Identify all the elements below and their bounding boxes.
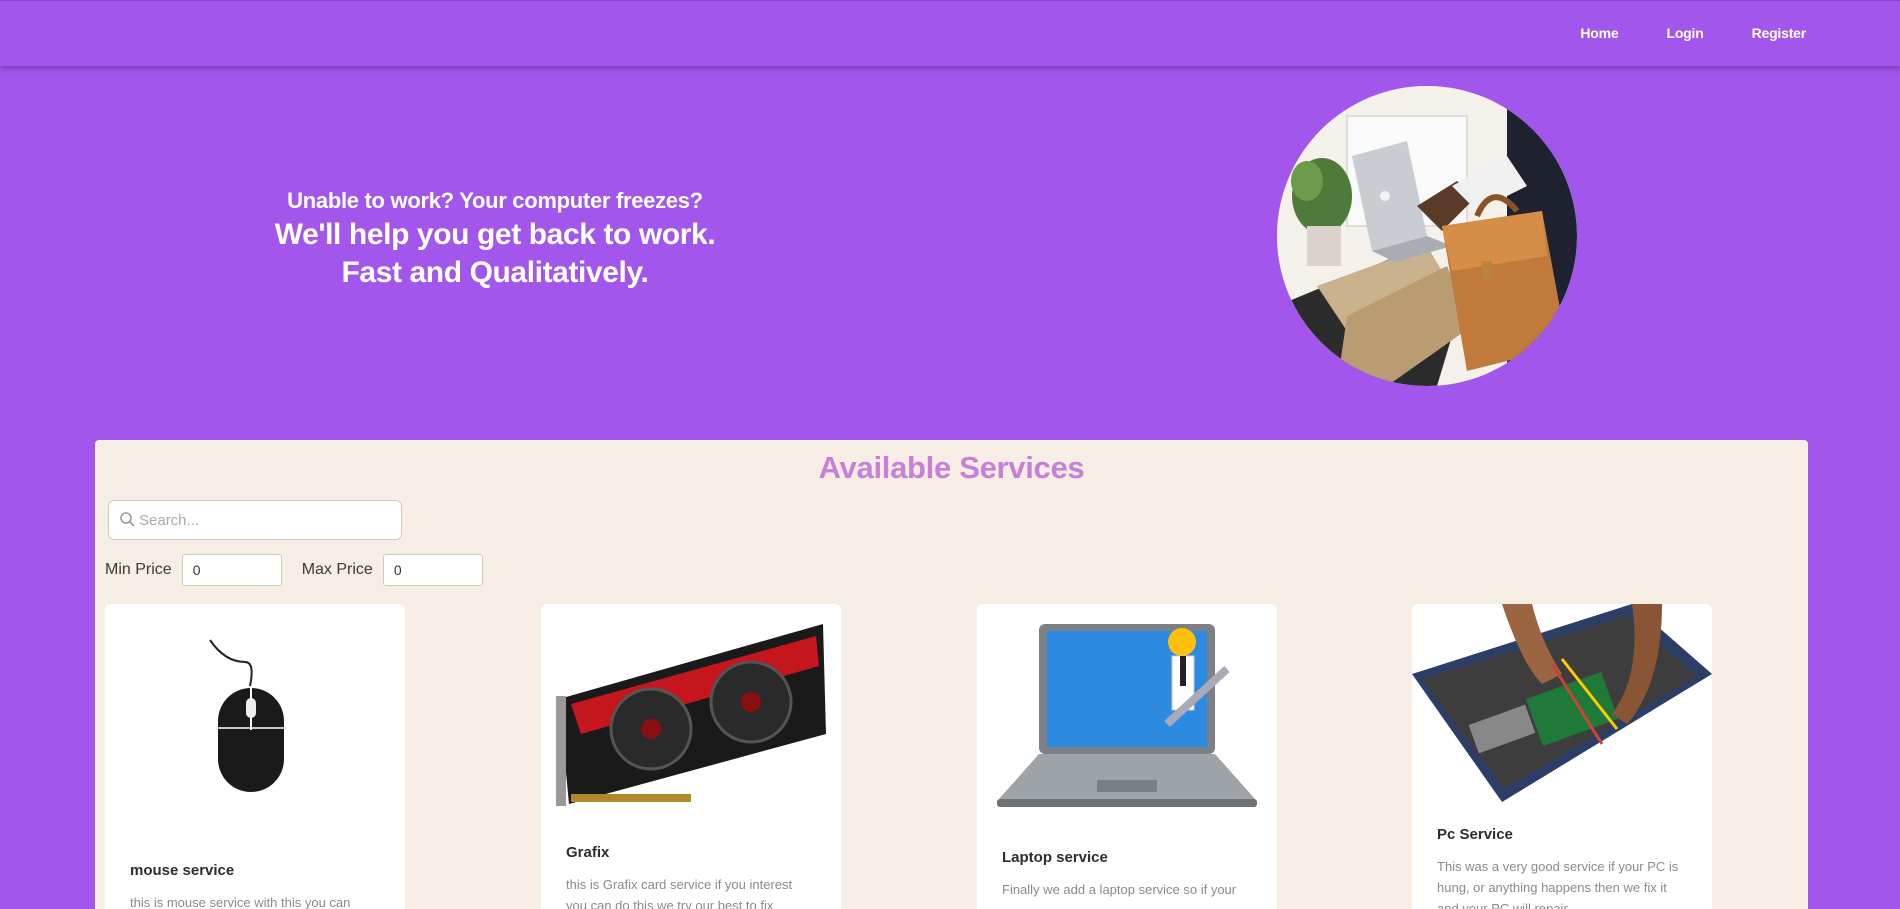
hero-line-3: Fast and Qualitatively. xyxy=(341,256,649,289)
nav-links: Home Login Register xyxy=(1580,25,1806,41)
min-price-label: Min Price xyxy=(105,561,172,578)
service-card-mouse[interactable]: mouse service this is mouse service with… xyxy=(105,604,405,909)
service-card-pc[interactable]: Pc Service This was a very good service … xyxy=(1412,604,1712,909)
card-description: Finally we add a laptop service so if yo… xyxy=(1002,882,1237,897)
max-price-input[interactable] xyxy=(382,554,483,586)
search-box[interactable] xyxy=(108,500,402,540)
price-filter-row: Min Price Max Price xyxy=(105,554,483,586)
graphics-card-image xyxy=(541,604,841,819)
search-icon xyxy=(119,511,137,529)
card-description: this is mouse service with this you can xyxy=(130,895,351,909)
search-input[interactable] xyxy=(139,507,394,533)
hero-headline: Unable to work? Your computer freezes? W… xyxy=(250,186,740,292)
max-price-label: Max Price xyxy=(301,561,373,578)
card-description: This was a very good service if your PC … xyxy=(1437,859,1679,909)
nav-register-link[interactable]: Register xyxy=(1752,25,1807,41)
navbar: Home Login Register xyxy=(0,0,1900,66)
services-panel: Available Services Min Price Max Price xyxy=(95,440,1808,909)
laptop-repair-image xyxy=(977,604,1277,829)
service-card-grafix[interactable]: Grafix this is Grafix card service if yo… xyxy=(541,604,841,909)
hero-line-1: Unable to work? Your computer freezes? xyxy=(287,188,703,213)
card-title: Grafix xyxy=(566,844,610,861)
card-title: Pc Service xyxy=(1437,826,1513,843)
card-title: Laptop service xyxy=(1002,849,1108,866)
nav-home-link[interactable]: Home xyxy=(1580,25,1618,41)
card-description: this is Grafix card service if you inter… xyxy=(566,877,793,909)
services-title: Available Services xyxy=(818,450,1085,485)
card-title: mouse service xyxy=(130,862,235,879)
pc-repair-image xyxy=(1412,604,1712,802)
hero-photo xyxy=(1277,86,1577,386)
mouse-image xyxy=(105,604,405,836)
min-price-input[interactable] xyxy=(181,554,282,586)
hero-line-2: We'll help you get back to work. xyxy=(274,218,716,251)
nav-login-link[interactable]: Login xyxy=(1666,25,1703,41)
service-card-laptop[interactable]: Laptop service Finally we add a laptop s… xyxy=(977,604,1277,909)
